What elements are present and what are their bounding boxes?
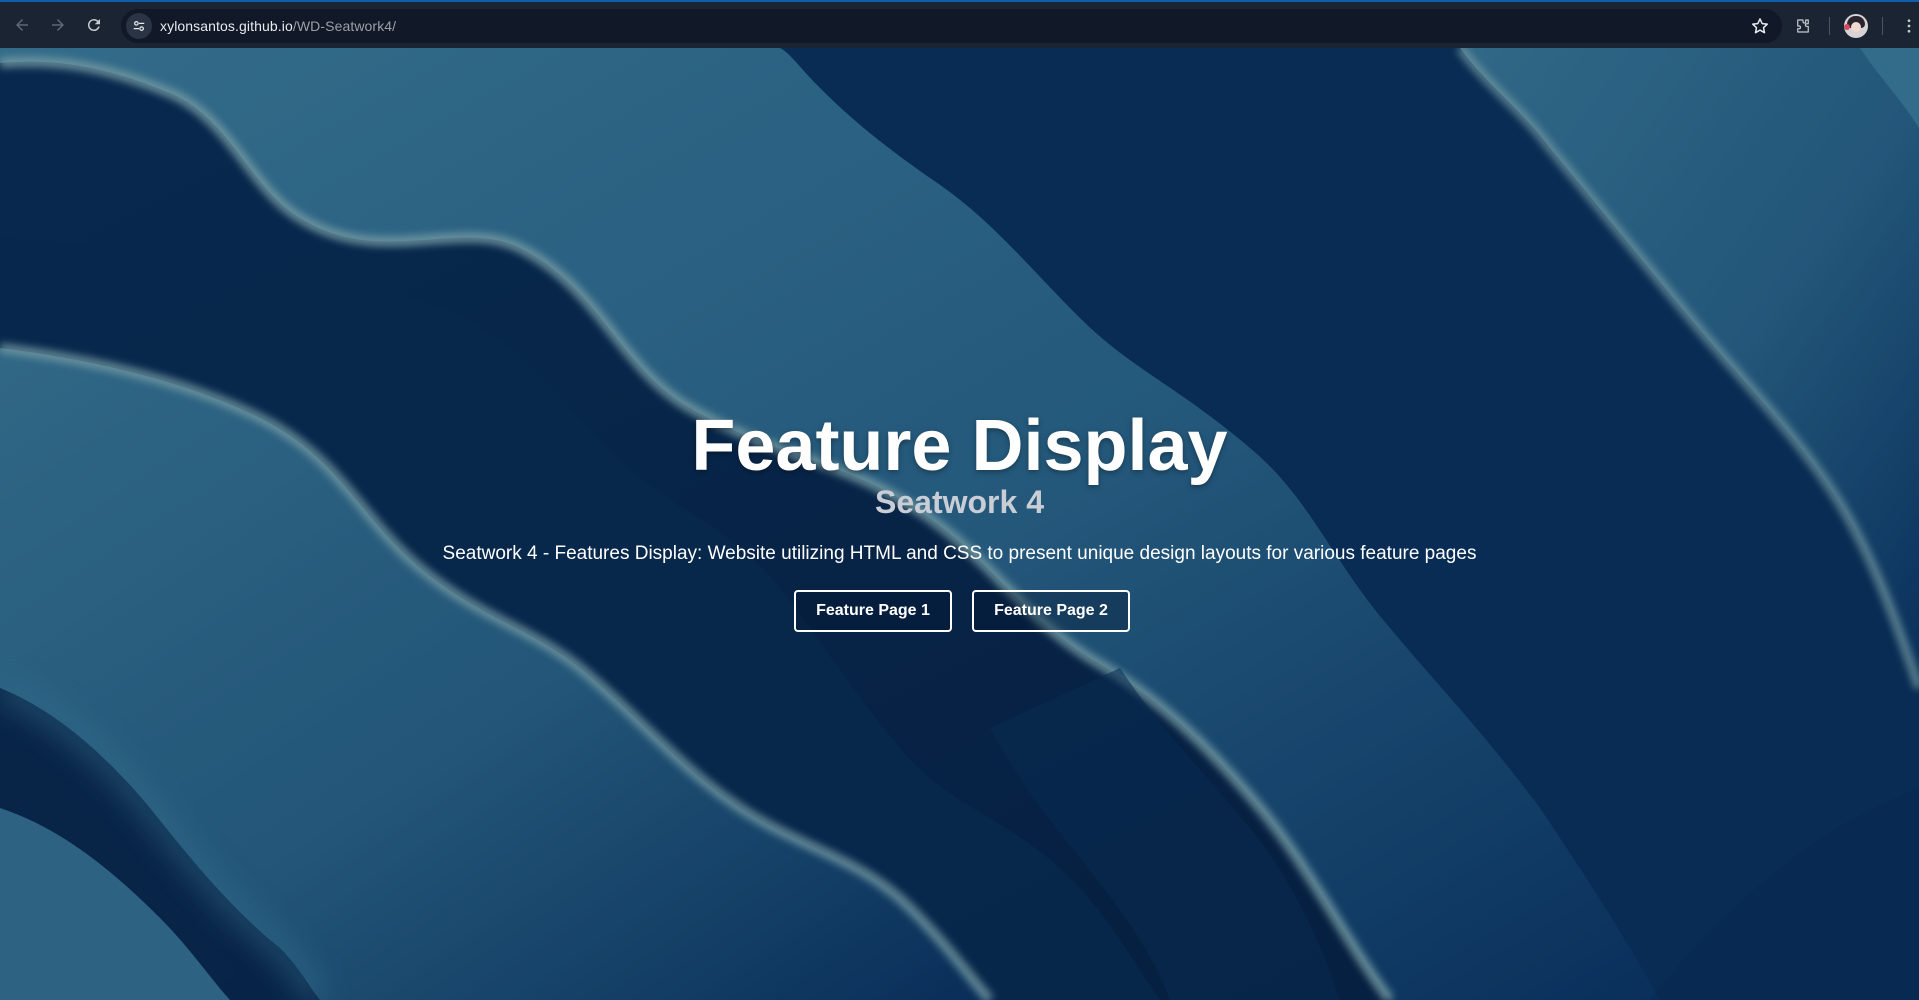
toolbar-actions [1785, 8, 1919, 44]
extensions-button[interactable] [1785, 8, 1821, 44]
reload-button[interactable] [76, 7, 112, 43]
url-text: xylonsantos.github.io/WD-Seatwork4/ [160, 18, 396, 34]
arrow-left-icon [16, 19, 28, 31]
page-viewport: Feature Display Seatwork 4 Seatwork 4 - … [0, 48, 1919, 1000]
tune-icon [133, 21, 145, 31]
site-info-button[interactable] [126, 13, 152, 39]
feature-page-1-button[interactable]: Feature Page 1 [794, 590, 952, 632]
avatar [1844, 14, 1868, 38]
toolbar-divider [1882, 17, 1883, 35]
url-domain: xylonsantos.github.io [160, 18, 293, 34]
star-icon[interactable] [1750, 16, 1770, 36]
reload-icon [87, 19, 100, 32]
profile-button[interactable] [1838, 8, 1874, 44]
address-bar[interactable]: xylonsantos.github.io/WD-Seatwork4/ [121, 9, 1782, 43]
page-title: Feature Display [691, 406, 1228, 486]
feature-links: Feature Page 1 Feature Page 2 [0, 590, 1919, 632]
puzzle-icon [1797, 19, 1809, 33]
arrow-right-icon [52, 19, 64, 31]
feature-page-2-button[interactable]: Feature Page 2 [972, 590, 1130, 632]
more-vert-icon [1907, 19, 1911, 33]
hero-section: Feature Display Seatwork 4 Seatwork 4 - … [0, 48, 1919, 1000]
menu-button[interactable] [1891, 8, 1919, 44]
back-button[interactable] [4, 7, 40, 43]
page-description: Seatwork 4 - Features Display: Website u… [442, 543, 1477, 564]
forward-button[interactable] [40, 7, 76, 43]
navigation-buttons [0, 7, 112, 43]
page-subtitle: Seatwork 4 [875, 484, 1044, 520]
browser-toolbar: xylonsantos.github.io/WD-Seatwork4/ [0, 0, 1919, 48]
toolbar-divider [1829, 17, 1830, 35]
url-path: /WD-Seatwork4/ [292, 18, 397, 34]
